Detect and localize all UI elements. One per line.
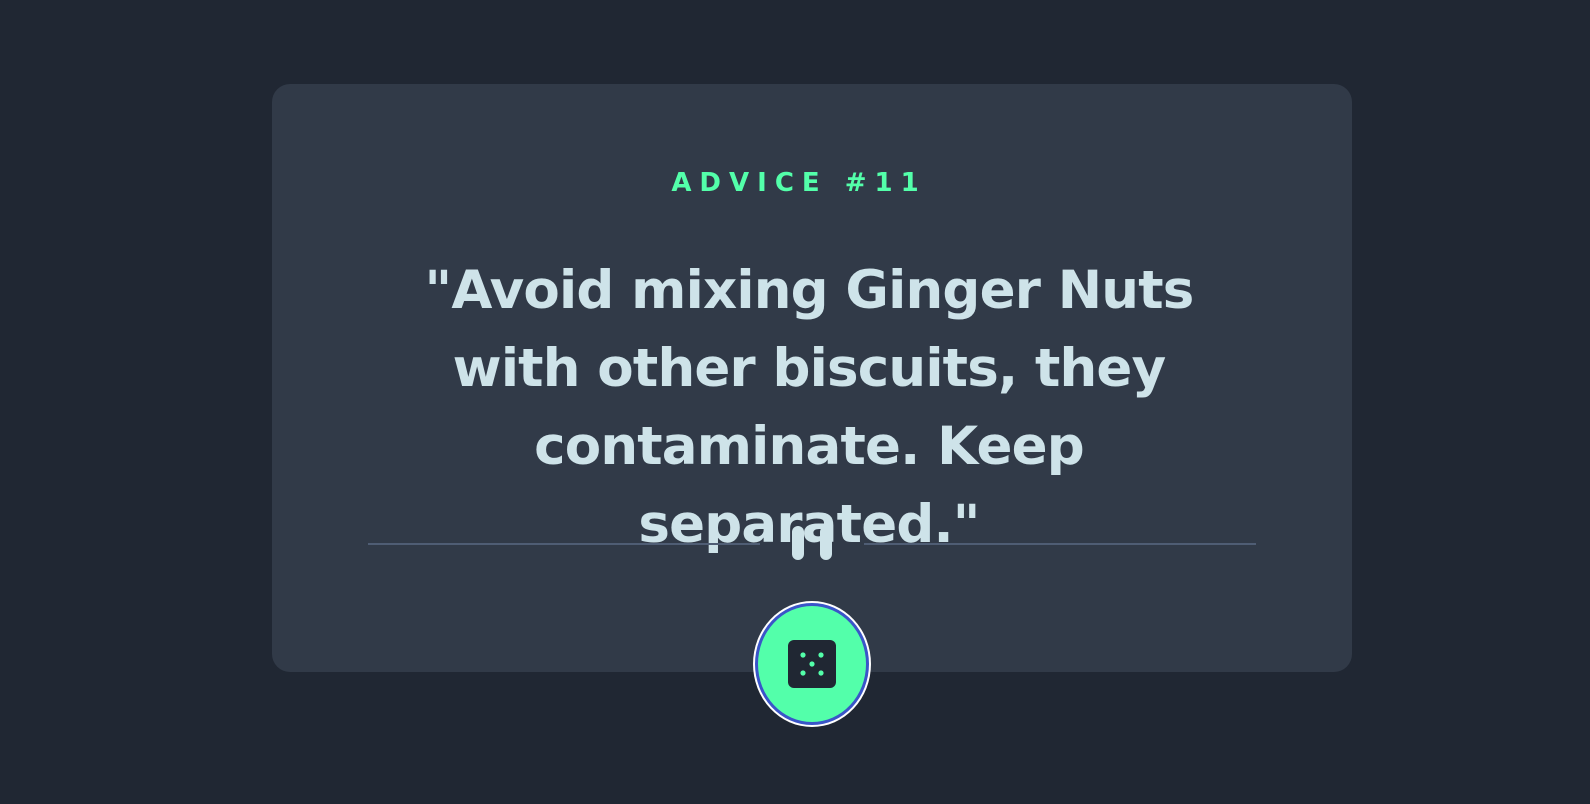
- pause-bar-left: [792, 526, 804, 560]
- divider-left: [368, 543, 760, 545]
- pause-icon: [792, 526, 832, 560]
- pause-bar-right: [820, 526, 832, 560]
- divider-right: [864, 543, 1256, 545]
- dice-icon: [788, 640, 836, 688]
- advice-quote: "Avoid mixing Ginger Nuts with other bis…: [424, 260, 1195, 555]
- new-advice-button[interactable]: [755, 603, 869, 725]
- advice-id-label: ADVICE #11: [671, 168, 927, 198]
